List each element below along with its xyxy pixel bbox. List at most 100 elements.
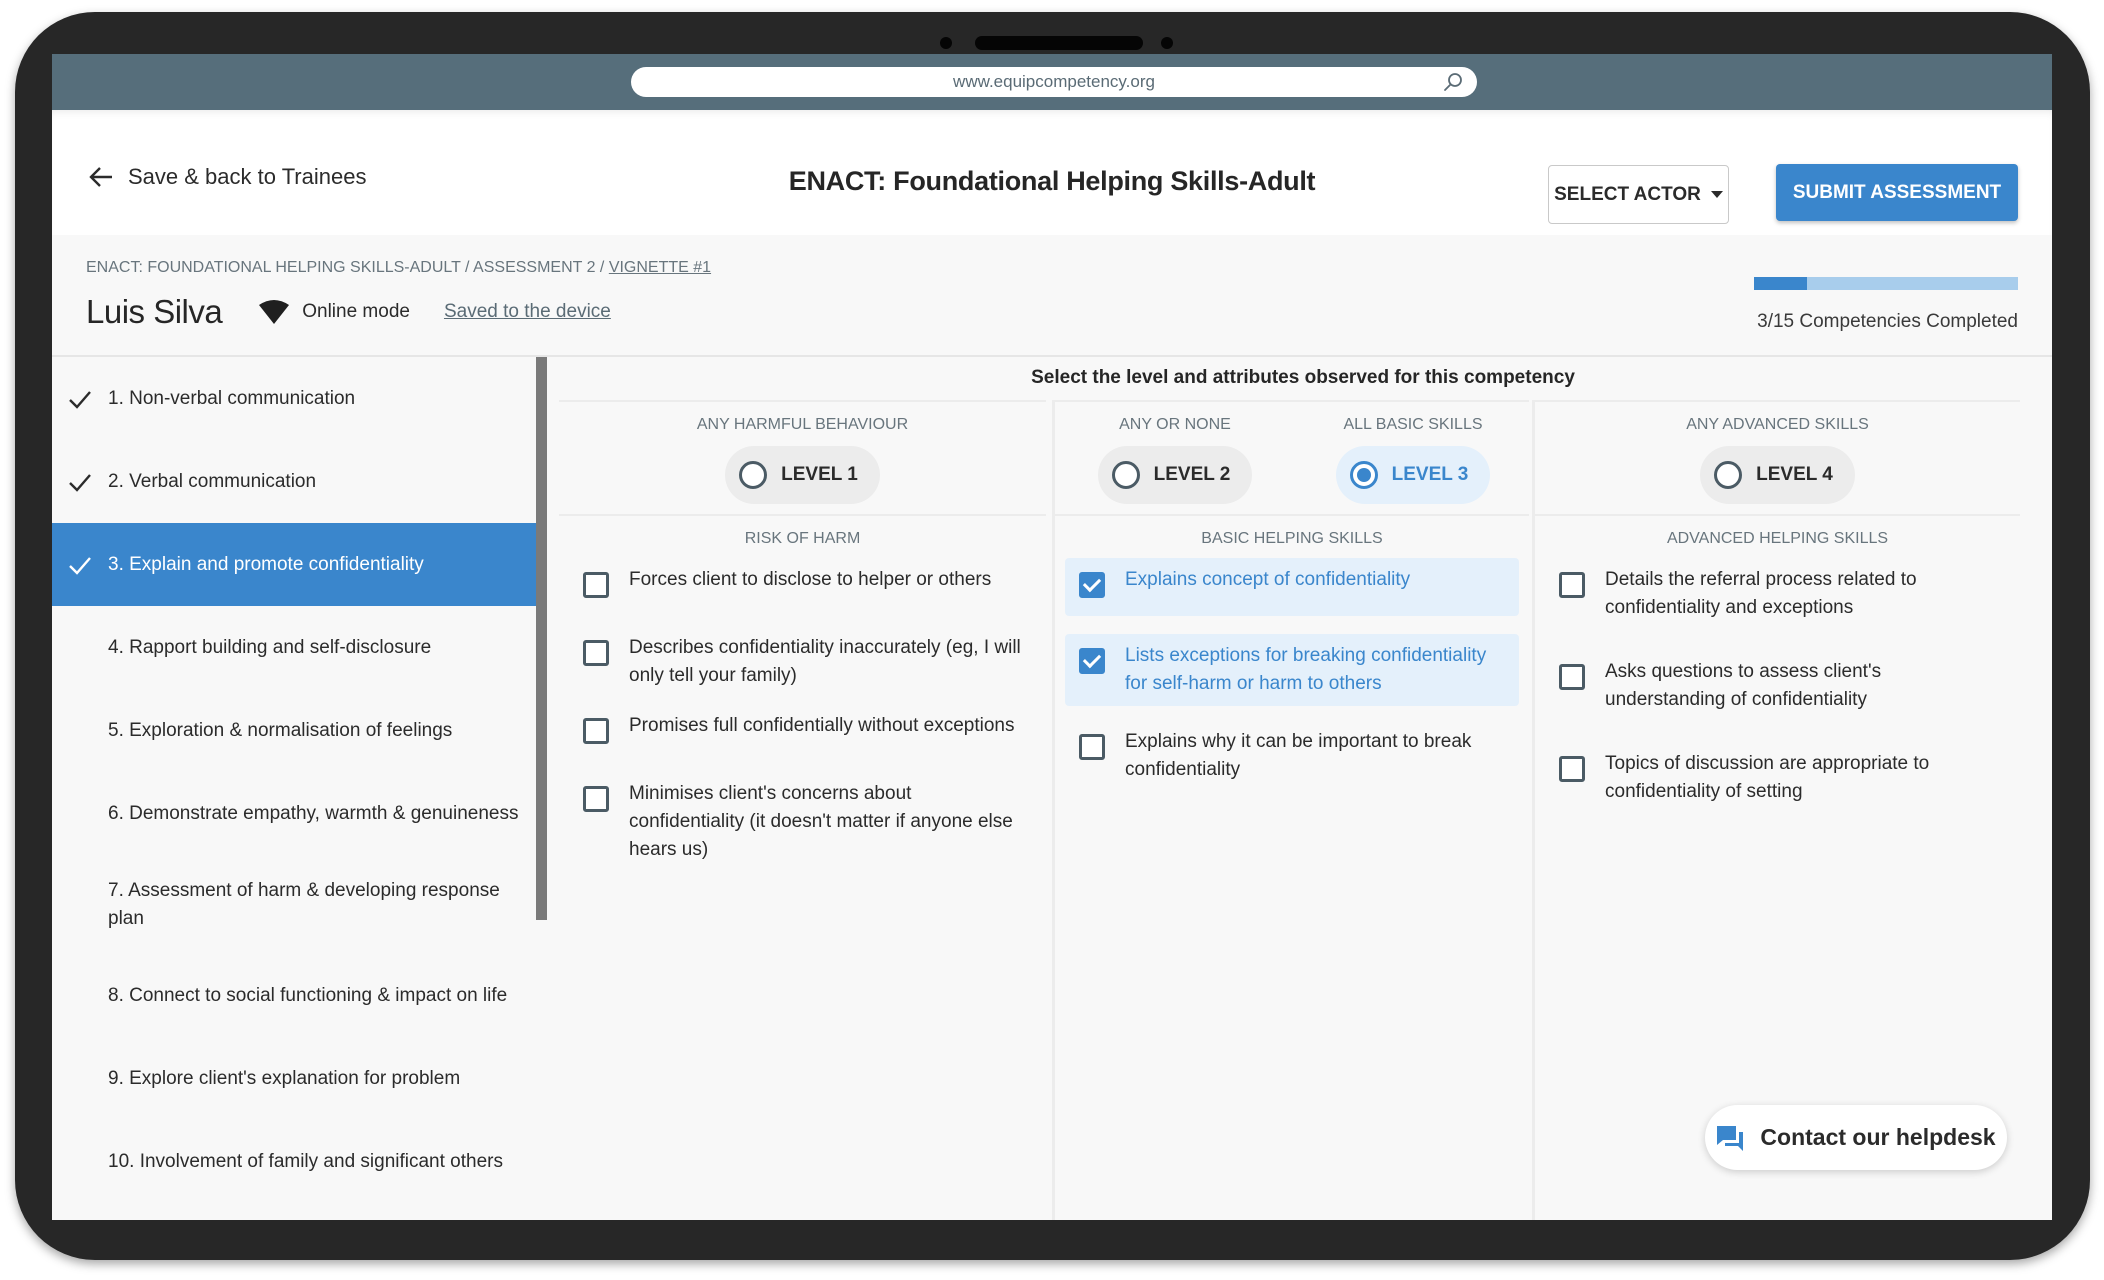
attribute-text: Explains concept of confidentiality (1125, 569, 1411, 590)
checkbox[interactable] (1559, 572, 1585, 598)
sidebar-item-label: 9. Explore client's explanation for prob… (108, 1067, 461, 1089)
level-3-radio[interactable]: LEVEL 3 (1335, 446, 1491, 504)
sidebar-item-10[interactable]: 10. Involvement of family and significan… (52, 1120, 536, 1203)
checkbox[interactable] (1559, 664, 1585, 690)
browser-bar: www.equipcompetency.org (52, 54, 2052, 110)
attribute-item[interactable]: Topics of discussion are appropriate to … (1545, 742, 2010, 814)
level-label: LEVEL 2 (1153, 464, 1231, 485)
sidebar-item-1[interactable]: 1. Non-verbal communication (52, 357, 536, 440)
sidebar-scrollbar[interactable] (536, 357, 547, 920)
attribute-item[interactable]: Asks questions to assess client's unders… (1545, 650, 2010, 722)
attribute-item[interactable]: Explains why it can be important to brea… (1065, 720, 1519, 792)
attribute-text: Lists exceptions for breaking confidenti… (1125, 645, 1487, 694)
sidebar-item-label: 5. Exploration & normalisation of feelin… (108, 719, 453, 741)
panel-instruction: Select the level and attributes observed… (1031, 367, 1575, 388)
search-icon[interactable] (1443, 72, 1463, 92)
sidebar-item-label: 7. Assessment of harm & developing respo… (108, 879, 500, 929)
attribute-item[interactable]: Describes confidentiality inaccurately (… (569, 626, 1036, 698)
sidebar-item-label: 10. Involvement of family and significan… (108, 1150, 503, 1172)
level-caption: ANY HARMFUL BEHAVIOUR (696, 416, 909, 433)
breadcrumb: ENACT: FOUNDATIONAL HELPING SKILLS-ADULT… (86, 259, 711, 277)
attribute-text: Describes confidentiality inaccurately (… (629, 637, 1021, 686)
check-icon (69, 556, 91, 575)
level-2-radio[interactable]: LEVEL 2 (1097, 446, 1253, 504)
progress-label: 3/15 Competencies Completed (1757, 311, 2018, 332)
column-basic-helping-skills: ANY OR NONE LEVEL 2 ALL BASIC SKILLS LEV… (1052, 400, 1529, 1220)
address-bar[interactable]: www.equipcompetency.org (631, 67, 1477, 97)
sidebar-item-7[interactable]: 7. Assessment of harm & developing respo… (52, 855, 536, 954)
attribute-list: Forces client to disclose to helper or o… (559, 558, 1046, 872)
section-caption: RISK OF HARM (744, 530, 861, 547)
attribute-item[interactable]: Lists exceptions for breaking confidenti… (1065, 634, 1519, 706)
sidebar-item-6[interactable]: 6. Demonstrate empathy, warmth & genuine… (52, 772, 536, 855)
page-title: ENACT: Foundational Helping Skills-Adult (788, 166, 1316, 196)
sidebar-item-label: 6. Demonstrate empathy, warmth & genuine… (108, 802, 519, 824)
competency-panel: Select the level and attributes observed… (547, 357, 2052, 1220)
attribute-list: Details the referral process related to … (1535, 558, 2020, 814)
checkbox[interactable] (583, 786, 609, 812)
select-actor-dropdown[interactable]: SELECT ACTOR (1548, 165, 1729, 224)
checkbox[interactable] (583, 718, 609, 744)
attribute-text: Minimises client's concerns about confid… (629, 783, 1013, 860)
checkbox[interactable] (1079, 734, 1105, 760)
check-icon (69, 390, 91, 409)
chat-bubbles-icon (1717, 1125, 1744, 1151)
sidebar-item-2[interactable]: 2. Verbal communication (52, 440, 536, 523)
checkbox-checked[interactable] (1079, 648, 1105, 674)
screen: www.equipcompetency.org Save & back to T… (52, 54, 2052, 1220)
url-text[interactable]: www.equipcompetency.org (953, 72, 1155, 92)
level-band: ANY HARMFUL BEHAVIOUR LEVEL 1 (559, 400, 1046, 516)
sidebar-item-label: 8. Connect to social functioning & impac… (108, 984, 508, 1006)
competency-sidebar: 1. Non-verbal communication 2. Verbal co… (52, 357, 536, 1220)
level-label: LEVEL 4 (1756, 464, 1833, 485)
breadcrumb-current-link[interactable]: VIGNETTE #1 (609, 259, 711, 276)
attribute-text: Topics of discussion are appropriate to … (1605, 753, 1930, 802)
trainee-row: Luis Silva Online mode Saved to the devi… (86, 293, 611, 331)
assessment-info-bar: ENACT: FOUNDATIONAL HELPING SKILLS-ADULT… (52, 235, 2052, 357)
level-label: LEVEL 3 (1391, 464, 1469, 485)
column-advanced-helping-skills: ANY ADVANCED SKILLS LEVEL 4 ADVANCED HEL… (1532, 400, 2020, 1220)
check-icon (69, 473, 91, 492)
sidebar-item-8[interactable]: 8. Connect to social functioning & impac… (52, 954, 536, 1037)
level-caption: ALL BASIC SKILLS (1343, 416, 1483, 433)
section-caption: ADVANCED HELPING SKILLS (1666, 530, 1889, 547)
level-4-group: ANY ADVANCED SKILLS LEVEL 4 (1535, 402, 2020, 504)
level-4-radio[interactable]: LEVEL 4 (1700, 446, 1855, 504)
sidebar-item-3[interactable]: 3. Explain and promote confidentiality (52, 523, 536, 606)
checkbox[interactable] (583, 572, 609, 598)
section-caption: BASIC HELPING SKILLS (1201, 530, 1383, 547)
attribute-item[interactable]: Minimises client's concerns about confid… (569, 772, 1036, 872)
checkbox-checked[interactable] (1079, 572, 1105, 598)
checkbox[interactable] (1559, 756, 1585, 782)
speaker-grille (975, 36, 1143, 50)
app-header: Save & back to Trainees ENACT: Foundatio… (52, 110, 2052, 235)
helpdesk-label: Contact our helpdesk (1760, 1124, 1996, 1150)
camera-dot-left (940, 37, 952, 49)
column-risk-of-harm: ANY HARMFUL BEHAVIOUR LEVEL 1 RISK OF HA… (559, 400, 1046, 1220)
progress-fill (1754, 277, 1807, 290)
checkbox[interactable] (583, 640, 609, 666)
select-actor-label: SELECT ACTOR (1554, 183, 1701, 205)
level-1-radio[interactable]: LEVEL 1 (725, 446, 880, 504)
saved-status-link[interactable]: Saved to the device (444, 301, 611, 323)
sidebar-item-label: 2. Verbal communication (108, 470, 317, 492)
breadcrumb-path: ENACT: FOUNDATIONAL HELPING SKILLS-ADULT… (86, 259, 609, 276)
sidebar-item-5[interactable]: 5. Exploration & normalisation of feelin… (52, 689, 536, 772)
submit-assessment-button[interactable]: SUBMIT ASSESSMENT (1776, 164, 2018, 221)
attribute-item[interactable]: Forces client to disclose to helper or o… (569, 558, 1036, 616)
attribute-item[interactable]: Explains concept of confidentiality (1065, 558, 1519, 616)
attribute-text: Details the referral process related to … (1605, 569, 1917, 618)
radio-selected-icon (1349, 461, 1378, 489)
attribute-text: Explains why it can be important to brea… (1125, 731, 1472, 780)
attribute-item[interactable]: Promises full confidentially without exc… (569, 704, 1036, 762)
contact-helpdesk-button[interactable]: Contact our helpdesk (1705, 1105, 2007, 1170)
camera-dot-right (1161, 37, 1173, 49)
sidebar-item-9[interactable]: 9. Explore client's explanation for prob… (52, 1037, 536, 1120)
level-band: ANY OR NONE LEVEL 2 ALL BASIC SKILLS LEV… (1055, 400, 1529, 516)
trainee-name: Luis Silva (86, 293, 223, 330)
attribute-text: Forces client to disclose to helper or o… (629, 569, 992, 590)
attribute-item[interactable]: Details the referral process related to … (1545, 558, 2010, 630)
level-band: ANY ADVANCED SKILLS LEVEL 4 (1535, 400, 2020, 516)
competency-progress-bar (1754, 277, 2018, 290)
sidebar-item-4[interactable]: 4. Rapport building and self-disclosure (52, 606, 536, 689)
